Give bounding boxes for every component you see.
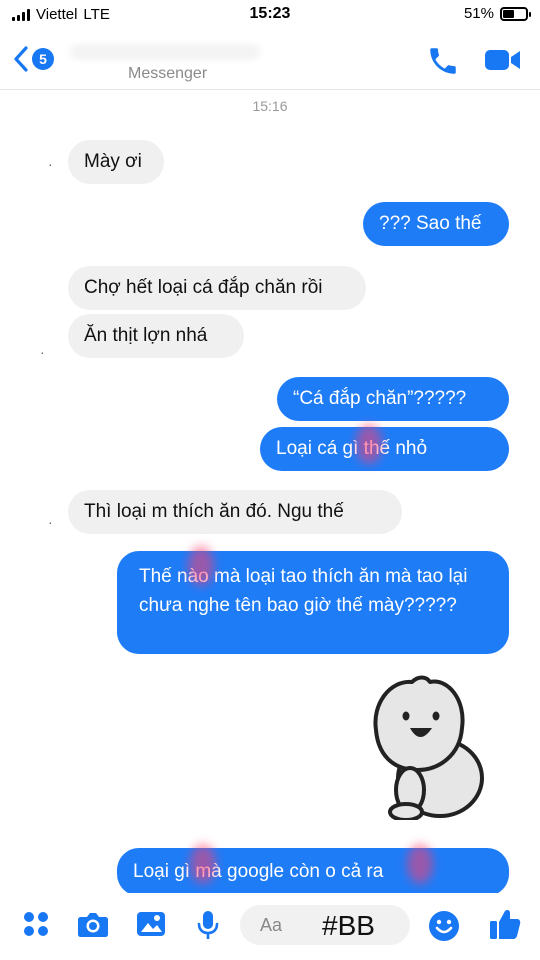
watermark-text: #BB <box>322 910 375 941</box>
message-text: Loại gì mà google còn o cả ra <box>133 861 384 882</box>
incoming-message[interactable]: Ăn thịt lợn nhá <box>68 314 244 358</box>
call-button[interactable] <box>426 44 460 83</box>
image-icon <box>137 912 165 936</box>
emoji-button[interactable] <box>428 910 460 947</box>
unread-count-badge: 5 <box>32 48 54 70</box>
message-text: Mày ơi <box>84 151 142 172</box>
outgoing-message[interactable]: Loại gì mà google còn o cả ra <box>117 848 509 893</box>
composer-bar: Aa #BB <box>0 893 540 960</box>
more-actions-button[interactable] <box>22 910 50 943</box>
thumbs-up-icon <box>490 909 521 939</box>
microphone-icon <box>197 911 219 939</box>
camera-button[interactable] <box>77 910 109 943</box>
incoming-message[interactable]: Mày ơi <box>68 140 164 184</box>
video-camera-icon <box>485 50 520 70</box>
status-right: 51% <box>463 5 531 22</box>
message-text: Chợ hết loại cá đắp chăn rồi <box>84 277 323 298</box>
incoming-message[interactable]: Thì loại m thích ăn đó. Ngu thế <box>68 490 402 534</box>
gallery-button[interactable] <box>136 910 166 943</box>
message-timestamp: 15:16 <box>252 98 288 114</box>
read-dot: · <box>48 514 53 530</box>
bear-sticker[interactable] <box>362 670 490 822</box>
smiley-icon <box>429 911 459 941</box>
battery-fill <box>503 9 515 18</box>
battery-icon <box>500 6 531 21</box>
outgoing-message[interactable]: Thế nào mà loại tao thích ăn mà tao lại … <box>117 551 509 654</box>
message-text: Loại cá gì thế nhỏ <box>276 438 428 459</box>
like-button[interactable] <box>488 907 522 946</box>
outgoing-message[interactable]: “Cá đắp chăn”????? <box>277 377 509 421</box>
message-text: Ăn thịt lợn nhá <box>84 325 208 346</box>
message-list[interactable]: 15:16 · Mày ơi ??? Sao thế Chợ hết loại … <box>0 90 540 893</box>
read-dot: · <box>40 344 45 360</box>
outgoing-message[interactable]: ??? Sao thế <box>363 202 509 246</box>
status-time: 15:23 <box>249 5 291 22</box>
message-text: ??? Sao thế <box>379 213 482 234</box>
read-dot: · <box>48 156 53 172</box>
battery-percent: 51% <box>463 5 494 22</box>
incoming-message[interactable]: Chợ hết loại cá đắp chăn rồi <box>68 266 366 310</box>
chevron-left-icon <box>14 46 28 72</box>
contact-name-redacted <box>70 44 260 60</box>
bear-sticker-icon <box>373 675 484 822</box>
phone-icon <box>430 48 456 74</box>
message-text: “Cá đắp chăn”????? <box>293 388 467 409</box>
message-text: Thì loại m thích ăn đó. Ngu thế <box>84 501 344 522</box>
status-bar: Viettel LTE 15:23 51% <box>0 0 540 30</box>
grid-dots-icon <box>24 912 48 936</box>
message-input-placeholder: Aa <box>260 915 283 935</box>
message-text: Thế nào mà loại tao thích ăn mà tao lại … <box>139 566 468 616</box>
back-button[interactable]: 5 <box>12 44 54 74</box>
header-subtitle: Messenger <box>128 65 208 82</box>
camera-icon <box>78 913 108 937</box>
conversation-header: 5 Messenger <box>0 30 540 90</box>
voice-button[interactable] <box>196 910 220 945</box>
video-call-button[interactable] <box>484 46 522 79</box>
outgoing-message[interactable]: Loại cá gì thế nhỏ <box>260 427 509 471</box>
